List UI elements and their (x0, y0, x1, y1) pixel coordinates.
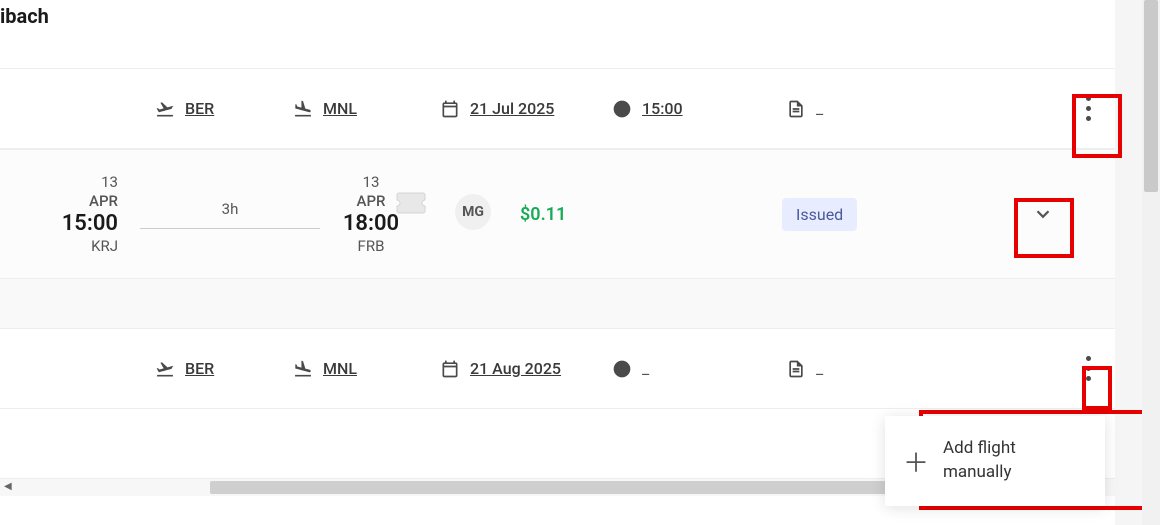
dep-day: 13 (101, 173, 118, 191)
date-cell: 21 Aug 2025 (440, 359, 561, 379)
trip-row[interactable]: BER MNL 21 Aug 2025 _ _ (0, 329, 1115, 409)
ticket-icon (396, 192, 426, 214)
doc-cell: _ (786, 359, 823, 379)
flight-takeoff-icon (155, 99, 175, 119)
date-value: 21 Jul 2025 (470, 99, 554, 118)
arr-day: 13 (363, 173, 380, 191)
more-menu-button[interactable] (1073, 86, 1103, 132)
time-value: 15:00 (642, 99, 683, 118)
trip-row[interactable]: BER MNL 21 Jul 2025 15:00 _ (0, 69, 1115, 149)
doc-cell: _ (786, 99, 823, 119)
arrival-cell: MNL (293, 359, 357, 379)
dep-time: 15:00 (62, 211, 118, 236)
carrier-badge: MG (455, 194, 491, 230)
date-cell: 21 Jul 2025 (440, 99, 554, 119)
arr-code: MNL (323, 99, 357, 118)
duration-line (140, 228, 320, 229)
expand-toggle[interactable] (1021, 192, 1065, 236)
scroll-thumb[interactable] (210, 481, 910, 494)
time-cell: 15:00 (612, 99, 683, 119)
date-value: 21 Aug 2025 (470, 359, 561, 378)
calendar-icon (440, 99, 460, 119)
arr-month: APR (357, 192, 386, 210)
scroll-thumb[interactable] (1144, 0, 1158, 192)
dep-month: APR (89, 192, 118, 210)
calendar-icon (440, 359, 460, 379)
departure-cell: BER (155, 359, 214, 379)
arrival-block: 13 APR 18:00 FRB (336, 173, 406, 255)
time-cell: _ (612, 359, 649, 379)
dep-code: BER (185, 99, 214, 118)
departure-cell: BER (155, 99, 214, 119)
clock-icon (612, 359, 632, 379)
scroll-left-arrow[interactable]: ◀ (4, 481, 12, 492)
flight-takeoff-icon (155, 359, 175, 379)
page-title: ibach (0, 0, 1115, 69)
arr-time: 18:00 (343, 211, 399, 236)
popup-label: Add flight manually (943, 437, 1087, 485)
departure-block: 13 APR 15:00 KRJ (48, 173, 118, 255)
doc-value: _ (816, 99, 823, 118)
more-menu-button[interactable] (1073, 346, 1103, 392)
spacer (0, 279, 1115, 329)
dep-code: BER (185, 359, 214, 378)
time-value: _ (642, 359, 649, 378)
duration-block: 3h (140, 200, 320, 229)
flight-detail-row: 13 APR 15:00 KRJ 3h 13 APR 18:00 FRB MG … (0, 149, 1115, 279)
plus-icon: ＋ (903, 443, 929, 480)
add-flight-manually-button[interactable]: ＋ Add flight manually (885, 416, 1105, 506)
vertical-scrollbar[interactable] (1142, 0, 1160, 525)
clock-icon (612, 99, 632, 119)
flight-land-icon (293, 99, 313, 119)
doc-value: _ (816, 359, 823, 378)
dep-airport: KRJ (91, 237, 118, 255)
flight-land-icon (293, 359, 313, 379)
document-icon (786, 99, 806, 119)
price-value: $0.11 (520, 204, 566, 225)
arr-code: MNL (323, 359, 357, 378)
arrival-cell: MNL (293, 99, 357, 119)
document-icon (786, 359, 806, 379)
status-badge: Issued (782, 198, 857, 231)
arr-airport: FRB (358, 237, 385, 255)
duration-value: 3h (140, 200, 320, 218)
